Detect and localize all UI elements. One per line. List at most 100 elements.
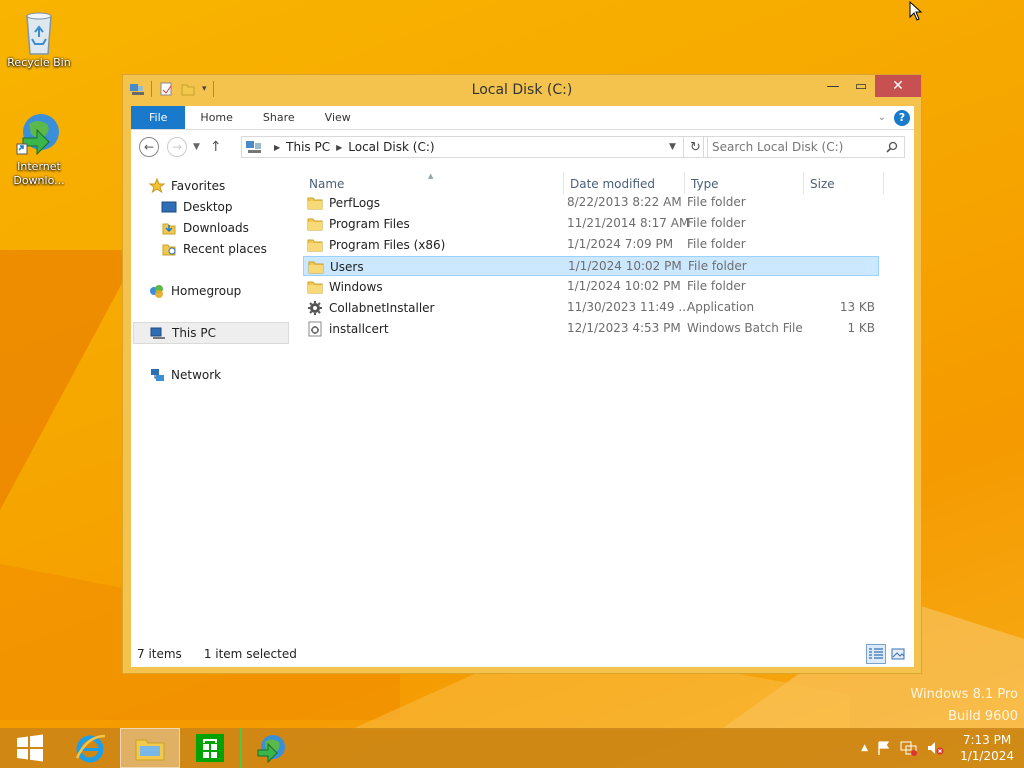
file-row[interactable]: CollabnetInstaller 11/30/2023 11:49 ... Ap…	[303, 298, 879, 318]
breadcrumb-arrow-icon[interactable]: ▶	[274, 143, 280, 152]
file-row[interactable]: Program Files 11/21/2014 8:17 AM File fold…	[303, 214, 879, 234]
nav-label: This PC	[172, 326, 216, 340]
windows-watermark: Windows 8.1 Pro Build 9600	[910, 684, 1018, 728]
folder-icon	[307, 218, 323, 231]
downloads-icon	[162, 223, 176, 235]
file-date-modified: 11/30/2023 11:49 ...	[567, 300, 690, 314]
address-bar[interactable]: ▶ This PC ▶ Local Disk (C:) ▼	[241, 136, 684, 158]
up-button[interactable]: ↑	[210, 139, 222, 155]
nav-label: Network	[171, 368, 222, 382]
large-icons-view-icon	[891, 648, 905, 660]
help-icon[interactable]: ?	[894, 109, 910, 126]
nav-item-homegroup[interactable]: Homegroup	[149, 281, 241, 301]
file-name: Users	[308, 259, 364, 275]
file-date-modified: 1/1/2024 10:02 PM	[568, 259, 682, 273]
tab-file[interactable]: File	[131, 106, 186, 129]
file-row[interactable]: Users 1/1/2024 10:02 PM File folder	[303, 256, 879, 276]
recent-locations-dropdown[interactable]: ▼	[193, 142, 200, 152]
show-hidden-icons-icon[interactable]: ▲	[861, 743, 868, 753]
folder-icon	[308, 261, 324, 274]
navigation-bar: ← → ▼ ↑ ▶ This PC ▶ Local Disk (C:) ▼ ↻ …	[131, 130, 914, 164]
this-pc-icon	[246, 141, 261, 153]
tab-view[interactable]: View	[310, 106, 366, 129]
search-input[interactable]: Search Local Disk (C:)	[703, 136, 905, 158]
breadcrumb-arrow-icon[interactable]: ▶	[336, 143, 342, 152]
file-type: File folder	[687, 237, 746, 251]
desktop-icon-internet-download-manager[interactable]: Internet Downlo...	[0, 110, 78, 188]
nav-item-favorites[interactable]: Favorites	[149, 176, 225, 196]
batch-file-icon	[308, 321, 322, 337]
details-view-icon	[869, 648, 883, 659]
taskbar-store[interactable]	[180, 728, 240, 768]
wallpaper-shape	[0, 250, 140, 510]
item-count: 7 items	[137, 647, 182, 661]
clock[interactable]: 7:13 PM 1/1/2024	[960, 732, 1014, 764]
minimize-button[interactable]: —	[819, 75, 847, 97]
internet-download-manager-icon	[257, 735, 285, 764]
this-pc-icon	[150, 327, 165, 339]
desktop-icon	[161, 201, 177, 213]
nav-item-desktop[interactable]: Desktop	[161, 197, 233, 217]
star-icon	[149, 178, 165, 194]
sort-ascending-icon: ▲	[428, 172, 434, 180]
file-name: Program Files (x86)	[307, 237, 445, 253]
column-label: Date modified	[570, 177, 656, 191]
ribbon-tabs: File Home Share View ⌄ ?	[131, 106, 914, 130]
navigation-pane: Favorites Desktop Downloads Recent place…	[131, 164, 291, 641]
desktop-icon-recycle-bin[interactable]: Recycle Bin	[0, 6, 78, 70]
nav-item-recent-places[interactable]: Recent places	[161, 239, 267, 259]
clock-date: 1/1/2024	[960, 749, 1014, 763]
address-dropdown-icon[interactable]: ▼	[669, 142, 683, 152]
forward-button[interactable]: →	[167, 137, 187, 157]
watermark-line: Build 9600	[948, 709, 1018, 724]
file-row[interactable]: installcert 12/1/2023 4:53 PM Windows Batc…	[303, 319, 879, 339]
watermark-line: Windows 8.1 Pro	[910, 687, 1018, 702]
file-type: Windows Batch File	[687, 321, 803, 335]
breadcrumb-local-disk[interactable]: Local Disk (C:)	[348, 140, 434, 154]
desktop-icon-label: Recycle Bin	[7, 56, 71, 69]
file-name-text: installcert	[329, 322, 389, 336]
tab-share[interactable]: Share	[248, 106, 310, 129]
taskbar-internet-download-manager[interactable]	[240, 728, 300, 768]
action-center-flag-icon[interactable]	[876, 740, 892, 756]
taskbar-internet-explorer[interactable]	[60, 728, 120, 768]
back-button[interactable]: ←	[139, 137, 159, 157]
file-name-text: Program Files	[329, 217, 410, 231]
taskbar-file-explorer[interactable]	[120, 728, 180, 768]
breadcrumb-this-pc[interactable]: This PC	[286, 140, 330, 154]
maximize-button[interactable]: ▭	[847, 75, 875, 97]
file-name-text: Windows	[329, 280, 383, 294]
details-view-button[interactable]	[866, 644, 886, 664]
network-status-icon[interactable]	[900, 740, 918, 756]
file-row[interactable]: Program Files (x86) 1/1/2024 7:09 PM File …	[303, 235, 879, 255]
mouse-cursor-icon	[909, 1, 923, 21]
close-button[interactable]: ✕	[875, 75, 921, 97]
desktop-icon-label: Internet Downlo...	[13, 160, 65, 187]
store-icon	[196, 734, 224, 762]
file-type: File folder	[687, 216, 746, 230]
column-label: Name	[309, 177, 345, 191]
file-type: File folder	[687, 279, 746, 293]
title-bar[interactable]: ▾ Local Disk (C:) — ▭ ✕	[123, 75, 921, 105]
file-explorer-window[interactable]: ▾ Local Disk (C:) — ▭ ✕ File Home Share …	[122, 74, 922, 674]
tab-home[interactable]: Home	[185, 106, 247, 129]
file-date-modified: 12/1/2023 4:53 PM	[567, 321, 681, 335]
start-button[interactable]	[0, 728, 60, 768]
network-icon	[151, 369, 164, 381]
recycle-bin-icon	[15, 6, 63, 55]
search-placeholder: Search Local Disk (C:)	[712, 140, 844, 154]
volume-muted-icon[interactable]	[926, 740, 944, 756]
nav-item-downloads[interactable]: Downloads	[161, 218, 249, 238]
large-icons-view-button[interactable]	[888, 644, 908, 664]
nav-item-this-pc[interactable]: This PC	[133, 322, 289, 344]
window-title: Local Disk (C:)	[471, 82, 573, 98]
clock-time: 7:13 PM	[962, 733, 1012, 747]
file-type: File folder	[687, 195, 746, 209]
file-row[interactable]: PerfLogs 8/22/2013 8:22 AM File folder	[303, 193, 879, 213]
expand-ribbon-icon[interactable]: ⌄	[878, 112, 886, 123]
internet-explorer-icon	[75, 734, 106, 763]
file-row[interactable]: Windows 1/1/2024 10:02 PM File folder	[303, 277, 879, 297]
file-date-modified: 1/1/2024 10:02 PM	[567, 279, 681, 293]
nav-item-network[interactable]: Network	[149, 365, 221, 385]
application-icon	[308, 301, 322, 315]
